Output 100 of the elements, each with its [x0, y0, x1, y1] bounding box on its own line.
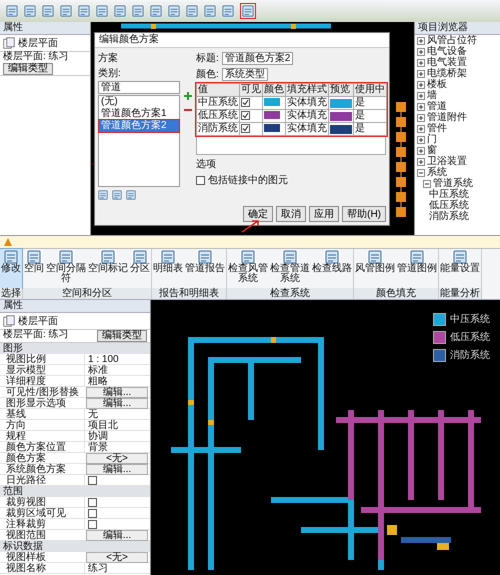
- edit-type-button[interactable]: 编辑类型: [3, 63, 53, 75]
- dialog-button[interactable]: 取消: [276, 206, 306, 222]
- scheme-item[interactable]: 管道颜色方案2: [99, 120, 179, 132]
- expand-icon[interactable]: [417, 36, 425, 44]
- property-button[interactable]: <无>: [86, 552, 148, 563]
- tree-item[interactable]: 管道附件: [427, 112, 467, 123]
- tree-item[interactable]: 卫浴装置: [427, 156, 467, 167]
- view-filter[interactable]: 楼层平面: 练习: [3, 330, 69, 342]
- visible-checkbox[interactable]: [241, 124, 250, 133]
- expand-icon[interactable]: [417, 158, 425, 166]
- warning-icon: [4, 238, 12, 246]
- property-button[interactable]: 编辑...: [86, 387, 148, 398]
- tree-item[interactable]: 消防系统: [429, 211, 469, 222]
- tree-item[interactable]: 墙: [427, 90, 437, 101]
- type-selector[interactable]: 楼层平面: [18, 314, 58, 328]
- property-button[interactable]: <无>: [86, 453, 148, 464]
- expand-icon[interactable]: [417, 124, 425, 132]
- panel-label: 能量分析: [439, 288, 481, 299]
- checkbox[interactable]: [88, 508, 97, 518]
- column-header: 使用中: [354, 84, 386, 96]
- section-header[interactable]: 图形: [0, 343, 150, 354]
- color-dropdown[interactable]: 系统类型: [222, 68, 268, 80]
- ribbon-button[interactable]: 检查风管系统: [227, 249, 269, 288]
- visible-checkbox[interactable]: [241, 110, 250, 120]
- scheme-item[interactable]: 管道颜色方案1: [99, 108, 179, 120]
- title-field[interactable]: 管道颜色方案2: [222, 52, 294, 64]
- property-value[interactable]: 1 : 100: [84, 354, 150, 365]
- add-value-icon[interactable]: [183, 91, 193, 101]
- collapse-icon[interactable]: [417, 168, 425, 176]
- ribbon-button[interactable]: 空间标记: [87, 249, 129, 288]
- dialog-button[interactable]: 应用: [309, 206, 340, 222]
- tree-item[interactable]: 管道: [427, 101, 447, 112]
- ribbon-button[interactable]: 风管图例: [354, 249, 396, 288]
- dialog-button[interactable]: 确定: [243, 206, 274, 222]
- property-label: 裁剪区域可见: [5, 508, 67, 519]
- property-value[interactable]: 标准: [84, 365, 150, 376]
- property-value[interactable]: 项目北: [84, 420, 150, 431]
- expand-icon[interactable]: [417, 48, 425, 56]
- property-button[interactable]: 编辑...: [86, 464, 148, 475]
- expand-icon[interactable]: [417, 92, 425, 100]
- expand-icon[interactable]: [417, 70, 425, 78]
- expand-icon[interactable]: [417, 58, 425, 66]
- expand-icon[interactable]: [417, 102, 425, 110]
- tree-item[interactable]: 窗: [427, 145, 437, 156]
- ribbon-button[interactable]: 检查管道系统: [269, 249, 311, 288]
- checkbox[interactable]: [88, 476, 97, 485]
- ribbon-button[interactable]: 检查线路: [311, 249, 353, 288]
- tree-item[interactable]: 系统: [427, 167, 447, 178]
- edit-type-button[interactable]: 编辑类型: [97, 330, 147, 342]
- tree-item[interactable]: 电缆桥架: [427, 68, 467, 79]
- ribbon-tool-icon: [59, 250, 73, 264]
- collapse-icon[interactable]: [423, 180, 431, 188]
- visible-checkbox[interactable]: [241, 98, 250, 107]
- scheme-item[interactable]: (无): [99, 96, 179, 108]
- property-button[interactable]: 编辑...: [86, 530, 148, 541]
- ribbon-button[interactable]: 空间: [23, 249, 45, 288]
- table-cell: 低压系统: [196, 110, 240, 122]
- expand-icon[interactable]: [417, 114, 425, 122]
- color-swatch[interactable]: [264, 111, 280, 120]
- tree-item[interactable]: 低压系统: [429, 200, 469, 211]
- property-label: 显示模型: [5, 365, 47, 376]
- ribbon-button[interactable]: 空间分隔符: [45, 249, 87, 288]
- ribbon-button[interactable]: 能量设置: [439, 249, 481, 288]
- expand-icon[interactable]: [417, 136, 425, 144]
- tree-item[interactable]: 电气设备: [427, 46, 467, 57]
- type-selector[interactable]: 楼层平面: [18, 36, 58, 50]
- ribbon-tool-icon: [325, 250, 339, 264]
- property-value[interactable]: 练习: [84, 563, 150, 574]
- category-dropdown[interactable]: 管道: [98, 81, 180, 94]
- tree-item[interactable]: 楼板: [427, 79, 447, 90]
- panel-label: 空间和分区: [23, 288, 151, 299]
- dialog-button[interactable]: 帮助(H): [342, 206, 386, 222]
- tree-item[interactable]: 风管占位符: [427, 35, 477, 46]
- property-label: 视图名称: [5, 563, 47, 574]
- table-cell: 是: [354, 96, 386, 110]
- tree-item[interactable]: 管道系统: [433, 178, 473, 189]
- ribbon-button[interactable]: 修改: [0, 249, 22, 288]
- color-swatch[interactable]: [264, 124, 280, 132]
- checkbox[interactable]: [88, 520, 97, 529]
- ribbon-button[interactable]: 管道报告: [184, 249, 226, 288]
- panel-label: 报告和明细表: [152, 288, 226, 299]
- property-value[interactable]: 无: [84, 409, 150, 420]
- ribbon-button[interactable]: 管道图例: [396, 249, 438, 288]
- section-header[interactable]: 标识数据: [0, 541, 150, 552]
- expand-icon[interactable]: [417, 80, 425, 88]
- tree-item[interactable]: 管件: [427, 123, 447, 134]
- section-header[interactable]: 范围: [0, 486, 150, 497]
- view-filter[interactable]: 楼层平面: 练习: [3, 52, 69, 62]
- checkbox[interactable]: [88, 498, 97, 507]
- tree-item[interactable]: 中压系统: [429, 189, 469, 200]
- tree-item[interactable]: 电气装置: [427, 57, 467, 68]
- property-value[interactable]: 协调: [84, 431, 150, 442]
- color-swatch[interactable]: [264, 98, 280, 106]
- ribbon-button[interactable]: 明细表: [152, 249, 184, 288]
- tree-item[interactable]: 门: [427, 134, 437, 145]
- property-button[interactable]: 编辑...: [86, 398, 148, 409]
- expand-icon[interactable]: [417, 146, 425, 154]
- scheme-label: 方案: [98, 52, 119, 65]
- ribbon-button[interactable]: 分区: [129, 249, 151, 288]
- checkbox[interactable]: [196, 176, 205, 184]
